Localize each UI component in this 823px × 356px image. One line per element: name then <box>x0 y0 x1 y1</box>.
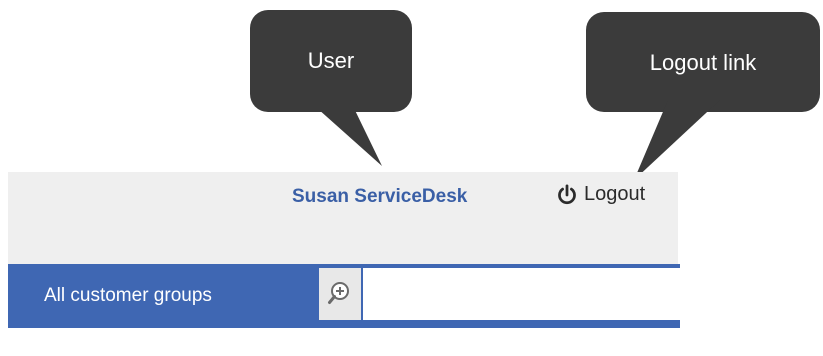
logout-callout-pointer <box>634 100 720 180</box>
user-callout-pointer <box>308 100 382 166</box>
zoom-in-icon <box>328 282 349 304</box>
logout-label: Logout <box>584 183 646 205</box>
user-callout: User <box>250 10 412 112</box>
logout-link[interactable]: Logout <box>556 183 645 206</box>
user-callout-text: User <box>307 48 355 73</box>
logout-callout-text: Logout link <box>649 50 757 75</box>
screenshot-stage: User Logout link Susan ServiceDesk Logou… <box>0 0 823 356</box>
power-icon <box>558 183 576 204</box>
customer-groups-bar: All customer groups <box>8 264 680 328</box>
customer-groups-dropdown[interactable]: All customer groups <box>44 285 212 307</box>
current-user-link[interactable]: Susan ServiceDesk <box>292 186 467 208</box>
search-input[interactable] <box>363 268 680 320</box>
app-header: Susan ServiceDesk Logout <box>8 172 678 264</box>
search-button[interactable] <box>319 268 361 320</box>
logout-callout: Logout link <box>586 12 820 112</box>
